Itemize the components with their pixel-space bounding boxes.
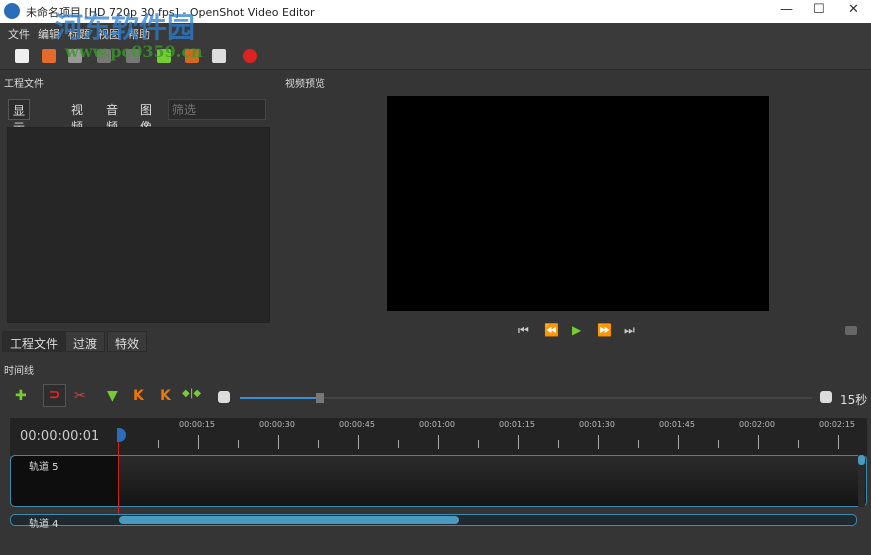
jump-end-button[interactable]: ⏭ (624, 323, 635, 338)
track-name: 轨道 5 (29, 462, 59, 473)
zoom-label: 15秒 (840, 393, 868, 407)
ruler-tick (318, 440, 319, 448)
ruler-label: 00:01:30 (579, 420, 615, 429)
ruler-tick (438, 435, 439, 449)
filter-input[interactable] (168, 99, 266, 120)
ruler-tick (198, 435, 199, 449)
zoom-slider-handle[interactable] (316, 393, 325, 403)
snap-magnet-icon[interactable]: ⊃ (43, 384, 66, 407)
ruler-label: 00:01:45 (659, 420, 695, 429)
ruler-tick (758, 435, 759, 449)
ruler-label: 00:01:15 (499, 420, 535, 429)
center-playhead-icon[interactable]: ◆|◆ (182, 388, 201, 399)
tab-effects[interactable]: 特效 (107, 331, 148, 352)
add-marker-icon[interactable]: ▼ (107, 388, 118, 404)
ruler-tick (278, 435, 279, 449)
filter-audio[interactable]: 音频 (102, 99, 122, 134)
horizontal-scrollbar[interactable] (119, 516, 459, 524)
tab-transitions[interactable]: 过渡 (65, 331, 106, 352)
ruler-tick (718, 440, 719, 448)
jump-start-button[interactable]: ⏮ (518, 323, 529, 338)
track-4[interactable]: 轨道 4 (10, 514, 857, 530)
ruler-label: 00:00:45 (339, 420, 375, 429)
ruler-tick (398, 440, 399, 448)
next-marker-icon[interactable]: K (160, 388, 171, 404)
razor-icon[interactable]: ✂ (74, 388, 86, 404)
track-header: 轨道 5 (11, 456, 119, 506)
zoom-out-icon[interactable] (218, 391, 230, 403)
ruler-tick (838, 435, 839, 449)
track-5[interactable]: 轨道 5 (10, 455, 867, 507)
maximize-button[interactable]: ☐ (813, 2, 825, 17)
timecode: 00:00:00:01 (20, 429, 100, 444)
ruler-tick (798, 440, 799, 448)
rewind-button[interactable]: ⏪ (544, 323, 559, 337)
fullscreen-icon[interactable] (212, 49, 226, 63)
camera-icon[interactable] (845, 326, 857, 335)
ruler-tick (478, 440, 479, 448)
fast-forward-button[interactable]: ⏩ (597, 323, 612, 337)
preview-title: 视频预览 (285, 79, 325, 90)
new-project-icon[interactable] (15, 49, 29, 63)
timeline-title: 时间线 (4, 366, 34, 377)
ruler-label: 00:02:15 (819, 420, 855, 429)
ruler-tick (558, 440, 559, 448)
open-project-icon[interactable] (42, 49, 56, 63)
vertical-scrollbar[interactable] (858, 455, 865, 507)
previous-marker-icon[interactable]: K (133, 388, 144, 404)
ruler-label: 00:00:15 (179, 420, 215, 429)
add-track-icon[interactable]: ✚ (15, 388, 27, 404)
ruler-tick (158, 440, 159, 448)
ruler-tick (678, 435, 679, 449)
tab-project-files[interactable]: 工程文件 (2, 331, 67, 352)
menu-file[interactable]: 文件 (8, 26, 30, 42)
ruler-tick (518, 435, 519, 449)
filter-image[interactable]: 图像 (136, 99, 156, 134)
export-video-icon[interactable] (243, 49, 257, 63)
ruler-tick (238, 440, 239, 448)
ruler-tick (358, 435, 359, 449)
ruler-label: 00:01:00 (419, 420, 455, 429)
filter-video[interactable]: 视频 (67, 99, 87, 134)
zoom-slider[interactable] (240, 393, 812, 403)
zoom-in-icon[interactable] (820, 391, 832, 403)
app-logo-icon (4, 3, 20, 19)
project-files-list[interactable] (7, 127, 270, 323)
track-name: 轨道 4 (29, 519, 59, 530)
close-button[interactable]: ✕ (848, 2, 859, 17)
ruler-label: 00:00:30 (259, 420, 295, 429)
ruler-label: 00:02:00 (739, 420, 775, 429)
filter-show-all[interactable]: 显示全部 (8, 99, 31, 169)
watermark-url: www.pc0359.cn (65, 42, 203, 61)
ruler-tick (638, 440, 639, 448)
video-preview (387, 96, 769, 311)
minimize-button[interactable]: — (780, 2, 793, 17)
project-files-title: 工程文件 (4, 79, 44, 90)
ruler-tick (598, 435, 599, 449)
play-button[interactable]: ▶ (572, 323, 581, 337)
watermark-text: 河东软件园 (55, 11, 196, 44)
